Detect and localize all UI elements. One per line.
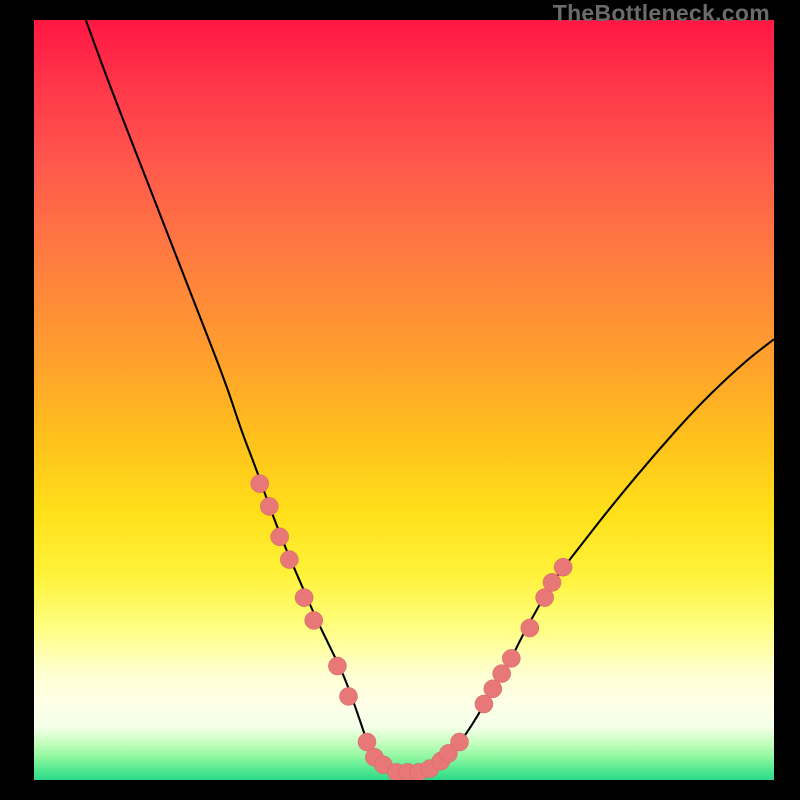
marker-dot xyxy=(280,551,298,569)
marker-dot xyxy=(328,657,346,675)
chart-plot-area xyxy=(34,20,774,780)
marker-dot xyxy=(340,687,358,705)
watermark-text: TheBottleneck.com xyxy=(553,0,770,27)
marker-dot xyxy=(521,619,539,637)
marker-dot xyxy=(251,475,269,493)
marker-dot xyxy=(554,558,572,576)
chart-frame: TheBottleneck.com xyxy=(0,0,800,800)
marker-dot xyxy=(475,695,493,713)
marker-dot xyxy=(502,649,520,667)
marker-group xyxy=(251,475,572,780)
bottleneck-curve xyxy=(86,20,774,772)
marker-dot xyxy=(484,680,502,698)
marker-dot xyxy=(271,528,289,546)
chart-svg xyxy=(34,20,774,780)
marker-dot xyxy=(295,589,313,607)
marker-dot xyxy=(493,665,511,683)
marker-dot xyxy=(543,573,561,591)
marker-dot xyxy=(305,611,323,629)
marker-dot xyxy=(260,497,278,515)
marker-dot xyxy=(451,733,469,751)
